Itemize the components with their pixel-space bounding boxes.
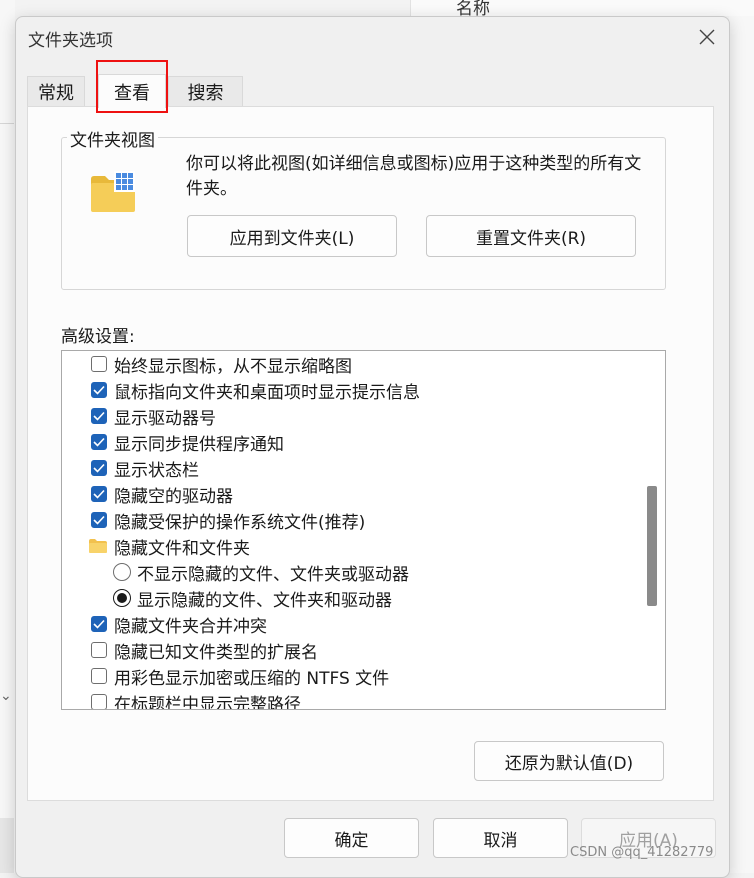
folder-view-icon [91, 171, 135, 212]
list-item[interactable]: 隐藏受保护的操作系统文件(推荐) [91, 507, 365, 533]
folder-view-group-title: 文件夹视图 [67, 126, 158, 151]
checkmark-icon [93, 619, 105, 629]
background-window-right [729, 16, 754, 873]
tab-general[interactable]: 常规 [27, 76, 85, 106]
radio-button[interactable] [113, 563, 131, 581]
checkbox[interactable] [91, 382, 107, 398]
list-item[interactable]: 显示状态栏 [91, 455, 199, 481]
list-item-label: 鼠标指向文件夹和桌面项时显示提示信息 [114, 382, 420, 403]
radio-dot [117, 593, 127, 603]
list-item[interactable]: 在标题栏中显示完整路径 [91, 689, 301, 710]
list-item-label: 隐藏文件和文件夹 [114, 538, 250, 559]
checkbox[interactable] [91, 642, 107, 658]
checkbox[interactable] [91, 460, 107, 476]
scrollbar-thumb[interactable] [647, 486, 657, 606]
background-divider [0, 123, 14, 124]
list-item-label: 在标题栏中显示完整路径 [114, 694, 301, 710]
list-item[interactable]: 用彩色显示加密或压缩的 NTFS 文件 [91, 663, 389, 689]
watermark: CSDN @qq_41282779 [570, 845, 714, 860]
background-window-left [0, 0, 15, 873]
view-tab-panel: 文件夹视图 你可以将此视图(如详细信息或图标)应用于这种类型的所有文件夹。 应用… [27, 106, 714, 801]
list-item[interactable]: 隐藏已知文件类型的扩展名 [91, 637, 318, 663]
close-icon [699, 29, 715, 45]
advanced-settings-label: 高级设置: [61, 327, 135, 347]
checkbox[interactable] [91, 408, 107, 424]
cancel-button[interactable]: 取消 [433, 818, 568, 858]
list-item-label: 隐藏文件夹合并冲突 [114, 616, 267, 637]
ok-button[interactable]: 确定 [284, 818, 419, 858]
list-item-label: 用彩色显示加密或压缩的 NTFS 文件 [114, 668, 390, 689]
dialog-title: 文件夹选项 [28, 31, 113, 51]
checkmark-icon [93, 437, 105, 447]
list-item-label: 始终显示图标，从不显示缩略图 [114, 356, 352, 377]
list-item-label: 显示驱动器号 [114, 408, 216, 429]
checkbox[interactable] [91, 694, 107, 709]
checkbox[interactable] [91, 434, 107, 450]
background-window-bottom [0, 818, 14, 873]
restore-defaults-button[interactable]: 还原为默认值(D) [474, 741, 664, 781]
checkbox[interactable] [91, 512, 107, 528]
checkmark-icon [93, 463, 105, 473]
checkbox[interactable] [91, 668, 107, 684]
folder-icon [89, 539, 107, 553]
reset-folders-button[interactable]: 重置文件夹(R) [426, 215, 636, 257]
radio-button[interactable] [113, 589, 131, 607]
checkbox[interactable] [91, 486, 107, 502]
list-item-label: 不显示隐藏的文件、文件夹或驱动器 [137, 564, 409, 585]
checkmark-icon [93, 515, 105, 525]
folder-options-dialog: 文件夹选项 常规 查看 搜索 文件夹视图 你可以将此视图(如详细信息或图标)应用… [15, 16, 730, 878]
tab-view[interactable]: 查看 [98, 74, 166, 108]
apply-to-folders-button[interactable]: 应用到文件夹(L) [187, 215, 397, 257]
checkbox[interactable] [91, 616, 107, 632]
checkmark-icon [93, 385, 105, 395]
checkmark-icon [93, 411, 105, 421]
list-item[interactable]: 隐藏文件夹合并冲突 [91, 611, 267, 637]
checkbox[interactable] [91, 356, 107, 372]
tab-search[interactable]: 搜索 [168, 76, 243, 106]
list-item: 隐藏文件和文件夹 [89, 533, 250, 559]
chevron-down-icon: ⌄ [0, 688, 12, 704]
list-item-label: 隐藏已知文件类型的扩展名 [114, 642, 318, 663]
list-item[interactable]: 不显示隐藏的文件、文件夹或驱动器 [113, 559, 409, 585]
close-button[interactable] [693, 23, 721, 51]
list-item[interactable]: 显示驱动器号 [91, 403, 216, 429]
list-item[interactable]: 鼠标指向文件夹和桌面项时显示提示信息 [91, 377, 420, 403]
list-item[interactable]: 始终显示图标，从不显示缩略图 [91, 351, 352, 377]
list-item[interactable]: 显示隐藏的文件、文件夹和驱动器 [113, 585, 392, 611]
list-item[interactable]: 隐藏空的驱动器 [91, 481, 233, 507]
list-item-label: 显示同步提供程序通知 [114, 434, 284, 455]
list-item[interactable]: 显示同步提供程序通知 [91, 429, 284, 455]
checkmark-icon [93, 489, 105, 499]
list-item-label: 隐藏受保护的操作系统文件(推荐) [114, 512, 366, 533]
list-item-label: 显示状态栏 [114, 460, 199, 481]
list-item-label: 显示隐藏的文件、文件夹和驱动器 [137, 590, 392, 611]
folder-view-description: 你可以将此视图(如详细信息或图标)应用于这种类型的所有文件夹。 [186, 154, 642, 199]
list-item-label: 隐藏空的驱动器 [114, 486, 233, 507]
advanced-settings-list[interactable]: 始终显示图标，从不显示缩略图 鼠标指向文件夹和桌面项时显示提示信息 显示驱动器号… [61, 350, 666, 710]
